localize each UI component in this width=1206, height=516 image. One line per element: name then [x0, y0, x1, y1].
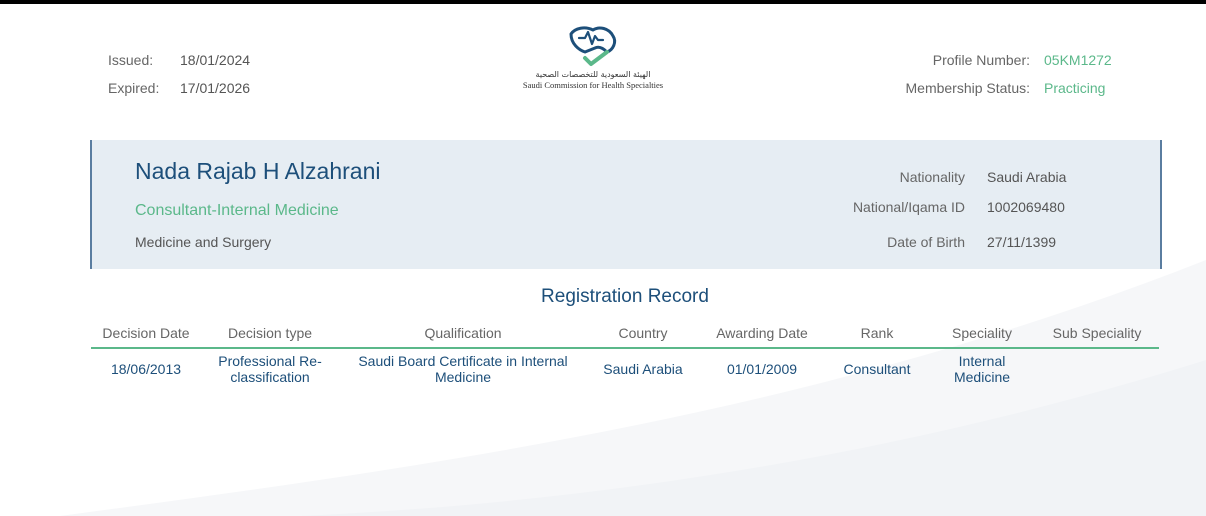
col-qualification: Qualification: [424, 325, 502, 341]
col-rank: Rank: [860, 325, 894, 341]
national-id-value: 1002069480: [987, 199, 1065, 215]
nationality-value: Saudi Arabia: [987, 169, 1067, 185]
cell-speciality: Internal Medicine: [953, 353, 1011, 385]
expired-label: Expired:: [108, 80, 160, 96]
profile-number-label: Profile Number:: [932, 52, 1030, 68]
cell-country: Saudi Arabia: [603, 361, 683, 377]
national-id-row: National/Iqama ID 1002069480: [92, 199, 1065, 215]
membership-status-label: Membership Status:: [905, 80, 1031, 96]
col-awarding-date: Awarding Date: [716, 325, 808, 341]
registration-title: Registration Record: [541, 286, 709, 307]
profile-panel: Nada Rajab H Alzahrani Consultant-Intern…: [90, 140, 1162, 269]
logo-text-arabic: الهيئة السعودية للتخصصات الصحية: [535, 70, 651, 79]
logo-text-english: Saudi Commission for Health Specialties: [522, 80, 664, 90]
scfhs-logo: الهيئة السعودية للتخصصات الصحية Saudi Co…: [505, 22, 681, 90]
expired-value: 17/01/2026: [180, 80, 251, 96]
col-decision-date: Decision Date: [102, 325, 190, 341]
col-decision-type: Decision type: [227, 325, 313, 341]
cell-qualification: Saudi Board Certificate in Internal Medi…: [358, 353, 568, 385]
profile-number-value: 05KM1272: [1044, 52, 1112, 68]
membership-status-value: Practicing: [1044, 80, 1106, 96]
cell-awarding-date: 01/01/2009: [726, 361, 798, 377]
profile-status-block: Profile Number: 05KM1272 Membership Stat…: [906, 46, 1119, 102]
col-speciality: Speciality: [952, 325, 1012, 341]
table-header-divider: [91, 347, 1159, 349]
cell-decision-date: 18/06/2013: [110, 361, 182, 377]
col-country: Country: [618, 325, 668, 341]
nationality-label: Nationality: [899, 169, 965, 185]
dob-value: 27/11/1399: [987, 234, 1057, 250]
scfhs-logo-icon: [569, 26, 617, 66]
cell-rank: Consultant: [843, 361, 911, 377]
cell-sub-speciality: [1041, 352, 1153, 386]
nationality-row: Nationality Saudi Arabia: [92, 169, 1067, 185]
dob-row: Date of Birth 27/11/1399: [92, 234, 1056, 250]
cell-decision-type: Professional Re-classification: [218, 353, 322, 385]
national-id-label: National/Iqama ID: [852, 199, 965, 215]
issued-label: Issued:: [108, 52, 154, 68]
top-border: [0, 0, 1206, 4]
col-sub-speciality: Sub Speciality: [1052, 325, 1142, 341]
issued-value: 18/01/2024: [180, 52, 251, 68]
dob-label: Date of Birth: [887, 234, 965, 250]
issue-expiry-block: Issued: 18/01/2024 Expired: 17/01/2026: [108, 46, 250, 102]
